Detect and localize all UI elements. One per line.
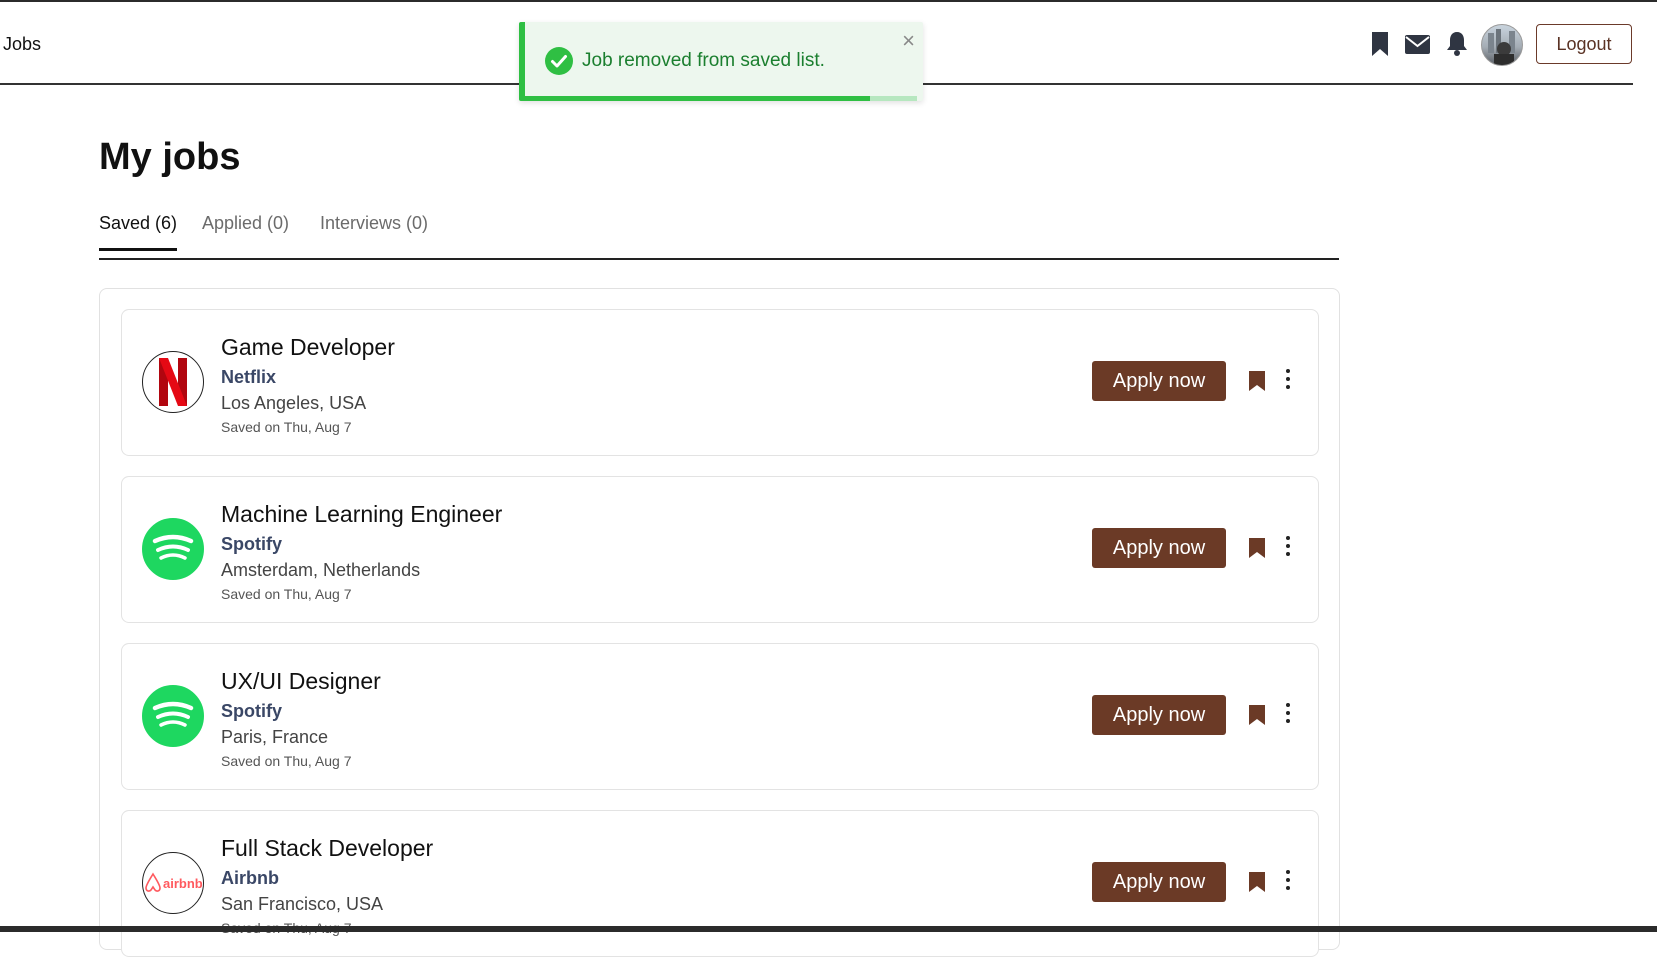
- logout-button[interactable]: Logout: [1536, 24, 1632, 64]
- close-icon[interactable]: ×: [902, 28, 915, 54]
- toast-message: Job removed from saved list.: [582, 50, 825, 71]
- more-options-icon[interactable]: [1285, 869, 1291, 896]
- job-title[interactable]: Machine Learning Engineer: [221, 501, 502, 528]
- apply-now-button[interactable]: Apply now: [1092, 528, 1226, 568]
- bookmark-icon[interactable]: [1248, 370, 1266, 397]
- page-title: My jobs: [99, 136, 241, 178]
- job-tabs: Saved (6) Applied (0) Interviews (0): [99, 208, 1339, 260]
- window-bottom-border: [0, 926, 1657, 932]
- tab-interviews[interactable]: Interviews (0): [320, 213, 428, 248]
- job-title[interactable]: Game Developer: [221, 334, 395, 361]
- saved-date: Saved on Thu, Aug 7: [221, 753, 352, 769]
- user-avatar[interactable]: [1481, 24, 1523, 66]
- company-name: Spotify: [221, 534, 282, 554]
- success-toast: Job removed from saved list. ×: [519, 22, 923, 101]
- spotify-logo: [142, 518, 204, 580]
- bookmark-icon[interactable]: [1370, 31, 1390, 62]
- saved-date: Saved on Thu, Aug 7: [221, 586, 352, 602]
- envelope-icon[interactable]: [1405, 35, 1430, 59]
- tab-applied[interactable]: Applied (0): [202, 213, 289, 248]
- saved-jobs-list: Game Developer Netflix Los Angeles, USA …: [99, 288, 1340, 957]
- bell-icon[interactable]: [1446, 31, 1468, 61]
- job-card[interactable]: Machine Learning Engineer Spotify Amster…: [121, 476, 1319, 623]
- toast-progress-bar: [525, 96, 870, 101]
- toast-progress-track: [525, 96, 917, 101]
- more-options-icon[interactable]: [1285, 368, 1291, 395]
- netflix-logo: [142, 351, 204, 413]
- company-name: Spotify: [221, 701, 282, 721]
- more-options-icon[interactable]: [1285, 535, 1291, 562]
- job-location: Paris, France: [221, 727, 329, 747]
- brand-link[interactable]: Jobs: [3, 34, 41, 55]
- job-location: Amsterdam, Netherlands: [221, 560, 421, 580]
- saved-date: Saved on Thu, Aug 7: [221, 419, 352, 435]
- more-options-icon[interactable]: [1285, 702, 1291, 729]
- apply-now-button[interactable]: Apply now: [1092, 361, 1226, 401]
- bookmark-icon[interactable]: [1248, 537, 1266, 564]
- apply-now-button[interactable]: Apply now: [1092, 695, 1226, 735]
- bookmark-icon[interactable]: [1248, 704, 1266, 731]
- company-name: Netflix: [221, 367, 277, 387]
- job-title[interactable]: UX/UI Designer: [221, 668, 381, 695]
- job-location: Los Angeles, USA: [221, 393, 367, 413]
- apply-now-button[interactable]: Apply now: [1092, 862, 1226, 902]
- job-card[interactable]: airbnb Full Stack Developer Airbnb San F…: [121, 810, 1319, 957]
- tab-saved[interactable]: Saved (6): [99, 213, 178, 251]
- bookmark-icon[interactable]: [1248, 871, 1266, 898]
- company-name: Airbnb: [221, 868, 279, 888]
- check-circle-icon: [545, 47, 573, 80]
- spotify-logo: [142, 685, 204, 747]
- airbnb-logo: airbnb: [142, 852, 204, 914]
- job-card[interactable]: UX/UI Designer Spotify Paris, France Sav…: [121, 643, 1319, 790]
- svg-text:airbnb: airbnb: [163, 876, 202, 891]
- job-title[interactable]: Full Stack Developer: [221, 835, 433, 862]
- job-location: San Francisco, USA: [221, 894, 384, 914]
- job-card[interactable]: Game Developer Netflix Los Angeles, USA …: [121, 309, 1319, 456]
